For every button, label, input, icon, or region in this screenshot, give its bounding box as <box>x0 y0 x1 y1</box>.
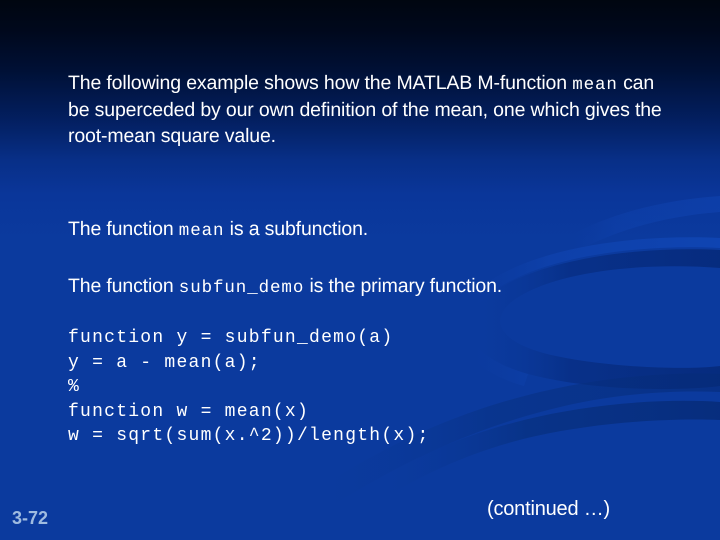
continued-label: (continued …) <box>487 498 611 520</box>
inline-code-mean-2: mean <box>178 220 225 241</box>
paragraph-subfunction-text-1: The function <box>68 217 179 240</box>
page-number: 3-72 <box>12 508 49 528</box>
paragraph-primary-text-2: is the primary function. <box>304 274 503 297</box>
paragraph-subfunction: The function mean is a subfunction. <box>68 217 668 245</box>
paragraph-intro-text-1: The following example shows how the MATL… <box>68 71 573 94</box>
slide-content: The following example shows how the MATL… <box>0 0 720 540</box>
paragraph-subfunction-text-2: is a subfunction. <box>224 217 369 240</box>
paragraph-intro: The following example shows how the MATL… <box>68 71 668 150</box>
matlab-code-block: function y = subfun_demo(a) y = a - mean… <box>68 328 430 446</box>
paragraph-primary-function: The function subfun_demo is the primary … <box>68 274 688 302</box>
inline-code-mean-1: mean <box>572 74 618 95</box>
inline-code-subfun-demo: subfun_demo <box>178 277 305 298</box>
slide-canvas: The following example shows how the MATL… <box>0 0 720 540</box>
paragraph-primary-text-1: The function <box>68 274 179 297</box>
